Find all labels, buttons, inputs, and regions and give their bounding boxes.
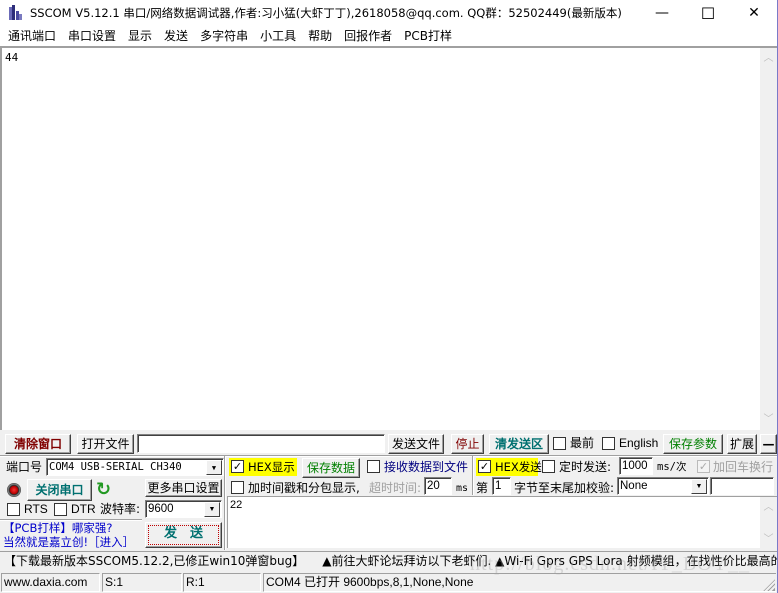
clear-window-button[interactable]: 清除窗口 — [5, 434, 71, 454]
rts-label: RTS — [24, 502, 48, 516]
refresh-icon[interactable]: ↻ — [96, 480, 111, 500]
send-text: 22 — [230, 499, 243, 511]
baud-label: 波特率: — [100, 502, 141, 516]
timeout-input[interactable]: 20 — [424, 477, 452, 495]
dtr-label: DTR — [71, 502, 96, 516]
status-received-count: R:1 — [183, 573, 261, 592]
topmost-label: 最前 — [570, 436, 595, 450]
collapse-button[interactable]: — — [760, 434, 777, 454]
pcb-promo-link-1[interactable]: 【PCB打样】哪家强? — [3, 521, 112, 535]
english-label: English — [619, 436, 659, 450]
receive-area[interactable]: 44 ︿ ﹀ — [0, 46, 777, 430]
minimize-icon: — — [655, 5, 669, 21]
add-crlf-checkbox[interactable]: ✓ — [697, 460, 710, 473]
menu-multi-string[interactable]: 多字符串 — [194, 26, 254, 46]
resize-grip-icon[interactable] — [763, 579, 775, 591]
maximize-button[interactable]: ☐ — [685, 0, 731, 26]
send-button[interactable]: 发 送 — [145, 522, 222, 548]
receive-scrollbar[interactable]: ︿ ﹀ — [760, 48, 777, 430]
clear-send-button[interactable]: 清发送区 — [489, 434, 549, 454]
port-select[interactable]: COM4 USB-SERIAL CH340 ▼ — [46, 458, 224, 476]
scroll-up-icon[interactable]: ︿ — [760, 50, 777, 67]
menu-help[interactable]: 帮助 — [302, 26, 338, 46]
sscom-app-icon — [8, 5, 24, 21]
menu-comm-port[interactable]: 通讯端口 — [2, 26, 62, 46]
status-port-info: COM4 已打开 9600bps,8,1,None,None — [263, 573, 776, 592]
close-button[interactable]: ✕ — [731, 0, 777, 26]
sscom-window: SSCOM V5.12.1 串口/网络数据调试器,作者:习小猛(大虾丁丁),26… — [0, 0, 778, 593]
baud-select[interactable]: 9600 ▼ — [145, 500, 222, 518]
send-scrollbar[interactable]: ︿ ﹀ — [760, 497, 777, 548]
receive-text: 44 — [5, 51, 19, 64]
divider — [224, 456, 226, 550]
timed-send-checkbox[interactable] — [542, 460, 555, 473]
timestamp-checkbox[interactable] — [231, 481, 244, 494]
status-bar: www.daxia.com S:1 R:1 COM4 已打开 9600bps,8… — [0, 572, 777, 593]
interval-input[interactable]: 1000 — [619, 457, 653, 475]
timestamp-label: 加时间戳和分包显示, — [248, 481, 360, 495]
checksum-select[interactable]: None ▼ — [617, 477, 709, 495]
topmost-checkbox[interactable] — [553, 437, 566, 450]
menu-pcb[interactable]: PCB打样 — [398, 26, 458, 46]
chevron-down-icon[interactable]: ▼ — [691, 479, 707, 494]
menu-bar: 通讯端口 串口设置 显示 发送 多字符串 小工具 帮助 回报作者 PCB打样 — [0, 26, 777, 46]
status-website[interactable]: www.daxia.com — [1, 573, 100, 592]
open-file-button[interactable]: 打开文件 — [77, 434, 134, 454]
divider — [472, 456, 474, 495]
file-path-input[interactable] — [137, 434, 385, 453]
timeout-label: 超时时间: — [369, 481, 422, 495]
minimize-button[interactable]: — — [639, 0, 685, 26]
byte-index-input[interactable]: 1 — [492, 477, 511, 495]
recv-to-file-checkbox[interactable] — [367, 460, 380, 473]
checksum-value: None — [620, 480, 648, 492]
more-serial-settings-button[interactable]: 更多串口设置 — [145, 479, 222, 497]
port-status-indicator — [7, 483, 21, 497]
send-text-area[interactable]: 22 ︿ ﹀ — [227, 496, 777, 548]
hex-send-label: HEX发送 — [495, 460, 542, 474]
status-sent-count: S:1 — [102, 573, 182, 592]
maximize-icon: ☐ — [700, 3, 716, 23]
scroll-down-icon[interactable]: ﹀ — [760, 411, 777, 428]
window-title: SSCOM V5.12.1 串口/网络数据调试器,作者:习小猛(大虾丁丁),26… — [30, 6, 622, 20]
menu-tools[interactable]: 小工具 — [254, 26, 302, 46]
chevron-down-icon[interactable]: ▼ — [206, 460, 222, 475]
title-bar: SSCOM V5.12.1 串口/网络数据调试器,作者:习小猛(大虾丁丁),26… — [0, 0, 777, 26]
save-data-button[interactable]: 保存数据 — [302, 458, 360, 478]
hex-send-checkbox[interactable]: ✓ — [478, 460, 491, 473]
port-value: COM4 USB-SERIAL CH340 — [49, 461, 182, 473]
dtr-checkbox[interactable] — [54, 503, 67, 516]
checksum-extra-input[interactable] — [710, 477, 774, 495]
menu-send[interactable]: 发送 — [158, 26, 194, 46]
close-icon: ✕ — [748, 5, 760, 21]
scroll-up-icon[interactable]: ︿ — [760, 499, 777, 516]
stop-button[interactable]: 停止 — [451, 434, 484, 454]
timed-send-label: 定时发送: — [559, 460, 612, 474]
send-file-button[interactable]: 发送文件 — [388, 434, 444, 454]
port-label: 端口号 — [6, 460, 43, 474]
divider — [0, 455, 777, 457]
hex-display-label: HEX显示 — [248, 460, 295, 474]
save-params-button[interactable]: 保存参数 — [663, 434, 723, 454]
rts-checkbox[interactable] — [7, 503, 20, 516]
expand-button[interactable]: 扩展 — [727, 434, 757, 454]
menu-display[interactable]: 显示 — [122, 26, 158, 46]
pcb-promo-link-2[interactable]: 当然就是嘉立创!［进入］ — [3, 535, 134, 549]
news-marquee[interactable]: 【下载最新版本SSCOM5.12.2,已修正win10弹窗bug】 ▲前往大虾论… — [0, 551, 777, 571]
interval-unit: ms/次 — [657, 461, 687, 473]
menu-serial-settings[interactable]: 串口设置 — [62, 26, 122, 46]
menu-feedback[interactable]: 回报作者 — [338, 26, 398, 46]
chevron-down-icon[interactable]: ▼ — [204, 502, 220, 517]
hex-display-checkbox[interactable]: ✓ — [231, 460, 244, 473]
checksum-label: 字节至末尾加校验: — [514, 481, 615, 495]
english-checkbox[interactable] — [602, 437, 615, 450]
recv-to-file-label[interactable]: 接收数据到文件 — [384, 458, 468, 476]
byte-prefix-label: 第 — [476, 481, 489, 495]
close-port-button[interactable]: 关闭串口 — [27, 479, 92, 501]
baud-value: 9600 — [148, 503, 174, 515]
add-crlf-label: 加回车换行 — [713, 460, 774, 474]
scroll-down-icon[interactable]: ﹀ — [760, 531, 777, 548]
